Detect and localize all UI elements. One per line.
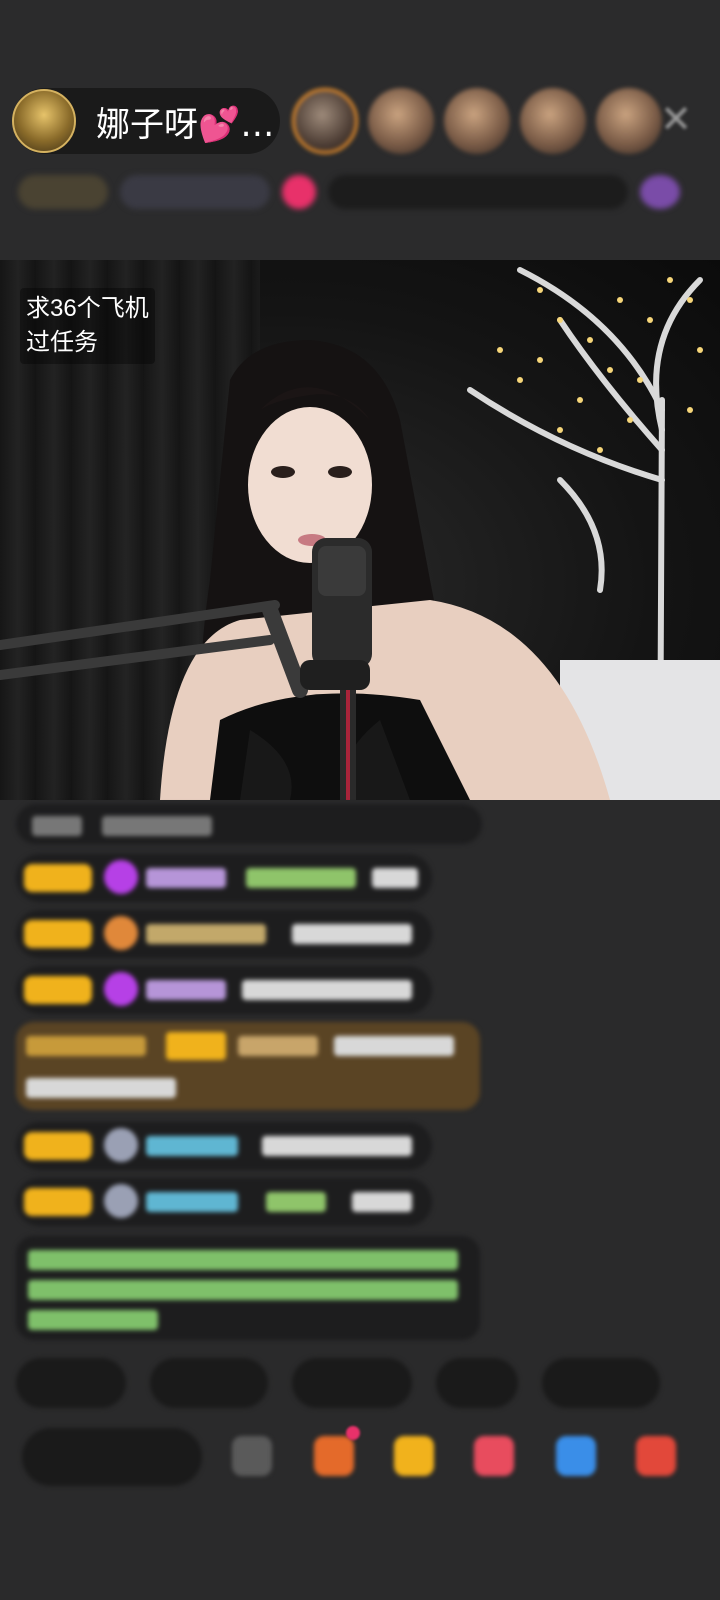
bottom-action-bar [16,1424,716,1488]
stream-goal-line2: 过任务 [26,329,98,356]
stream-goal-line1: 求36个飞机 [26,295,149,322]
quick-reply-chip[interactable] [542,1358,660,1408]
viewer-avatar[interactable] [444,88,510,154]
chat-message[interactable] [16,854,432,902]
quick-reply-chip[interactable] [292,1358,412,1408]
chat-message[interactable] [16,1122,432,1170]
chat-message[interactable] [16,804,482,844]
more-chip[interactable] [640,175,680,209]
host-info-pill[interactable]: 娜子呀💕… [12,88,280,154]
quick-reply-row [16,1358,660,1408]
red-packet-icon[interactable] [394,1436,434,1476]
chat-input[interactable] [22,1428,202,1486]
level-chip[interactable] [18,175,108,209]
quick-reply-chip[interactable] [150,1358,268,1408]
gift-icon[interactable] [474,1436,514,1476]
rank-chip[interactable] [328,175,628,209]
host-avatar[interactable] [12,89,76,153]
chat-message[interactable] [16,966,432,1014]
viewer-avatar[interactable] [520,88,586,154]
notification-dot [346,1426,360,1440]
live-video[interactable]: 求36个飞机 过任务 [0,260,720,800]
top-bar: 娜子呀💕… ✕ [0,0,720,260]
viewer-avatar-list [292,88,662,154]
emoji-icon[interactable] [232,1436,272,1476]
chat-message-highlighted[interactable] [16,1022,480,1110]
quick-reply-chip[interactable] [436,1358,518,1408]
popularity-chip[interactable] [120,175,270,209]
gift-box-icon[interactable] [314,1436,354,1476]
close-icon[interactable]: ✕ [656,98,696,142]
follow-chip[interactable] [282,175,316,209]
viewer-avatar[interactable] [292,88,358,154]
live-info-row [18,170,688,214]
chat-message[interactable] [16,1178,432,1226]
share-icon[interactable] [556,1436,596,1476]
stream-goal-text: 求36个飞机 过任务 [20,288,155,364]
chat-list[interactable] [0,800,720,1360]
viewer-avatar[interactable] [596,88,662,154]
host-name[interactable]: 娜子呀💕… [96,97,274,146]
chat-message[interactable] [16,910,432,958]
quick-reply-chip[interactable] [16,1358,126,1408]
more-icon[interactable] [636,1436,676,1476]
system-notice [16,1236,480,1340]
viewer-avatar[interactable] [368,88,434,154]
